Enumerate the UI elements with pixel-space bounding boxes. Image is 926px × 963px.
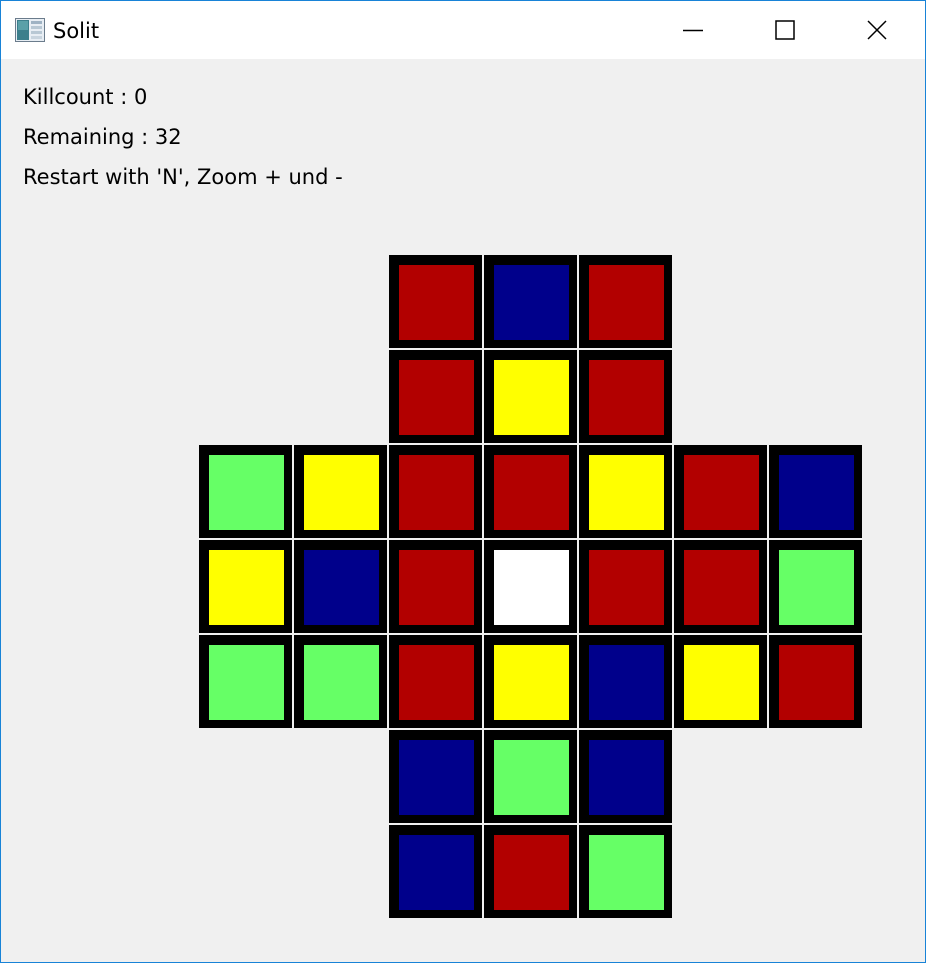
peg-blue — [779, 455, 854, 530]
app-window: Solit Killcount : 0 Remaining : 32 Resta… — [0, 0, 926, 963]
board-cell[interactable] — [674, 635, 767, 728]
board-cell[interactable] — [199, 635, 292, 728]
peg-red — [684, 550, 759, 625]
board-cell[interactable] — [579, 730, 672, 823]
peg-green — [494, 740, 569, 815]
peg-blue — [399, 835, 474, 910]
peg-blue — [589, 645, 664, 720]
peg-yellow — [209, 550, 284, 625]
board-cell[interactable] — [484, 350, 577, 443]
peg-yellow — [684, 645, 759, 720]
peg-blue — [304, 550, 379, 625]
peg-red — [494, 835, 569, 910]
board-cell[interactable] — [294, 445, 387, 538]
peg-red — [589, 265, 664, 340]
peg-red — [589, 550, 664, 625]
board-cell[interactable] — [484, 255, 577, 348]
peg-red — [399, 265, 474, 340]
peg-yellow — [494, 360, 569, 435]
peg-red — [684, 455, 759, 530]
board-cell[interactable] — [579, 635, 672, 728]
board-cell[interactable] — [579, 255, 672, 348]
board-cell[interactable] — [389, 350, 482, 443]
board-cell[interactable] — [389, 255, 482, 348]
board-cell[interactable] — [484, 825, 577, 918]
board-cell[interactable] — [769, 445, 862, 538]
board-cell[interactable] — [674, 540, 767, 633]
board-cell[interactable] — [389, 825, 482, 918]
board-cell[interactable] — [294, 635, 387, 728]
board-cell[interactable] — [769, 540, 862, 633]
peg-blue — [589, 740, 664, 815]
board-cell[interactable] — [199, 540, 292, 633]
peg-red — [779, 645, 854, 720]
board-cell[interactable] — [579, 350, 672, 443]
board-cell[interactable] — [484, 635, 577, 728]
peg-red — [589, 360, 664, 435]
board-cell[interactable] — [579, 540, 672, 633]
peg-red — [494, 455, 569, 530]
peg-red — [399, 550, 474, 625]
peg-green — [304, 645, 379, 720]
peg-red — [399, 360, 474, 435]
board-cell[interactable] — [484, 445, 577, 538]
peg-red — [399, 455, 474, 530]
board-cell[interactable] — [294, 540, 387, 633]
peg-green — [209, 645, 284, 720]
board-cell[interactable] — [769, 635, 862, 728]
board-cell[interactable] — [389, 540, 482, 633]
peg-green — [779, 550, 854, 625]
peg-yellow — [494, 645, 569, 720]
peg-blue — [494, 265, 569, 340]
board-cell[interactable] — [389, 635, 482, 728]
board-cell[interactable] — [199, 445, 292, 538]
board-cell[interactable] — [389, 730, 482, 823]
empty-hole — [494, 550, 569, 625]
peg-blue — [399, 740, 474, 815]
peg-yellow — [589, 455, 664, 530]
board-cell[interactable] — [579, 825, 672, 918]
peg-green — [589, 835, 664, 910]
board-cell[interactable] — [484, 730, 577, 823]
peg-red — [399, 645, 474, 720]
peg-yellow — [304, 455, 379, 530]
peg-green — [209, 455, 284, 530]
board-cell[interactable] — [674, 445, 767, 538]
game-board — [1, 1, 925, 962]
board-cell[interactable] — [484, 540, 577, 633]
board-cell[interactable] — [579, 445, 672, 538]
board-cell[interactable] — [389, 445, 482, 538]
